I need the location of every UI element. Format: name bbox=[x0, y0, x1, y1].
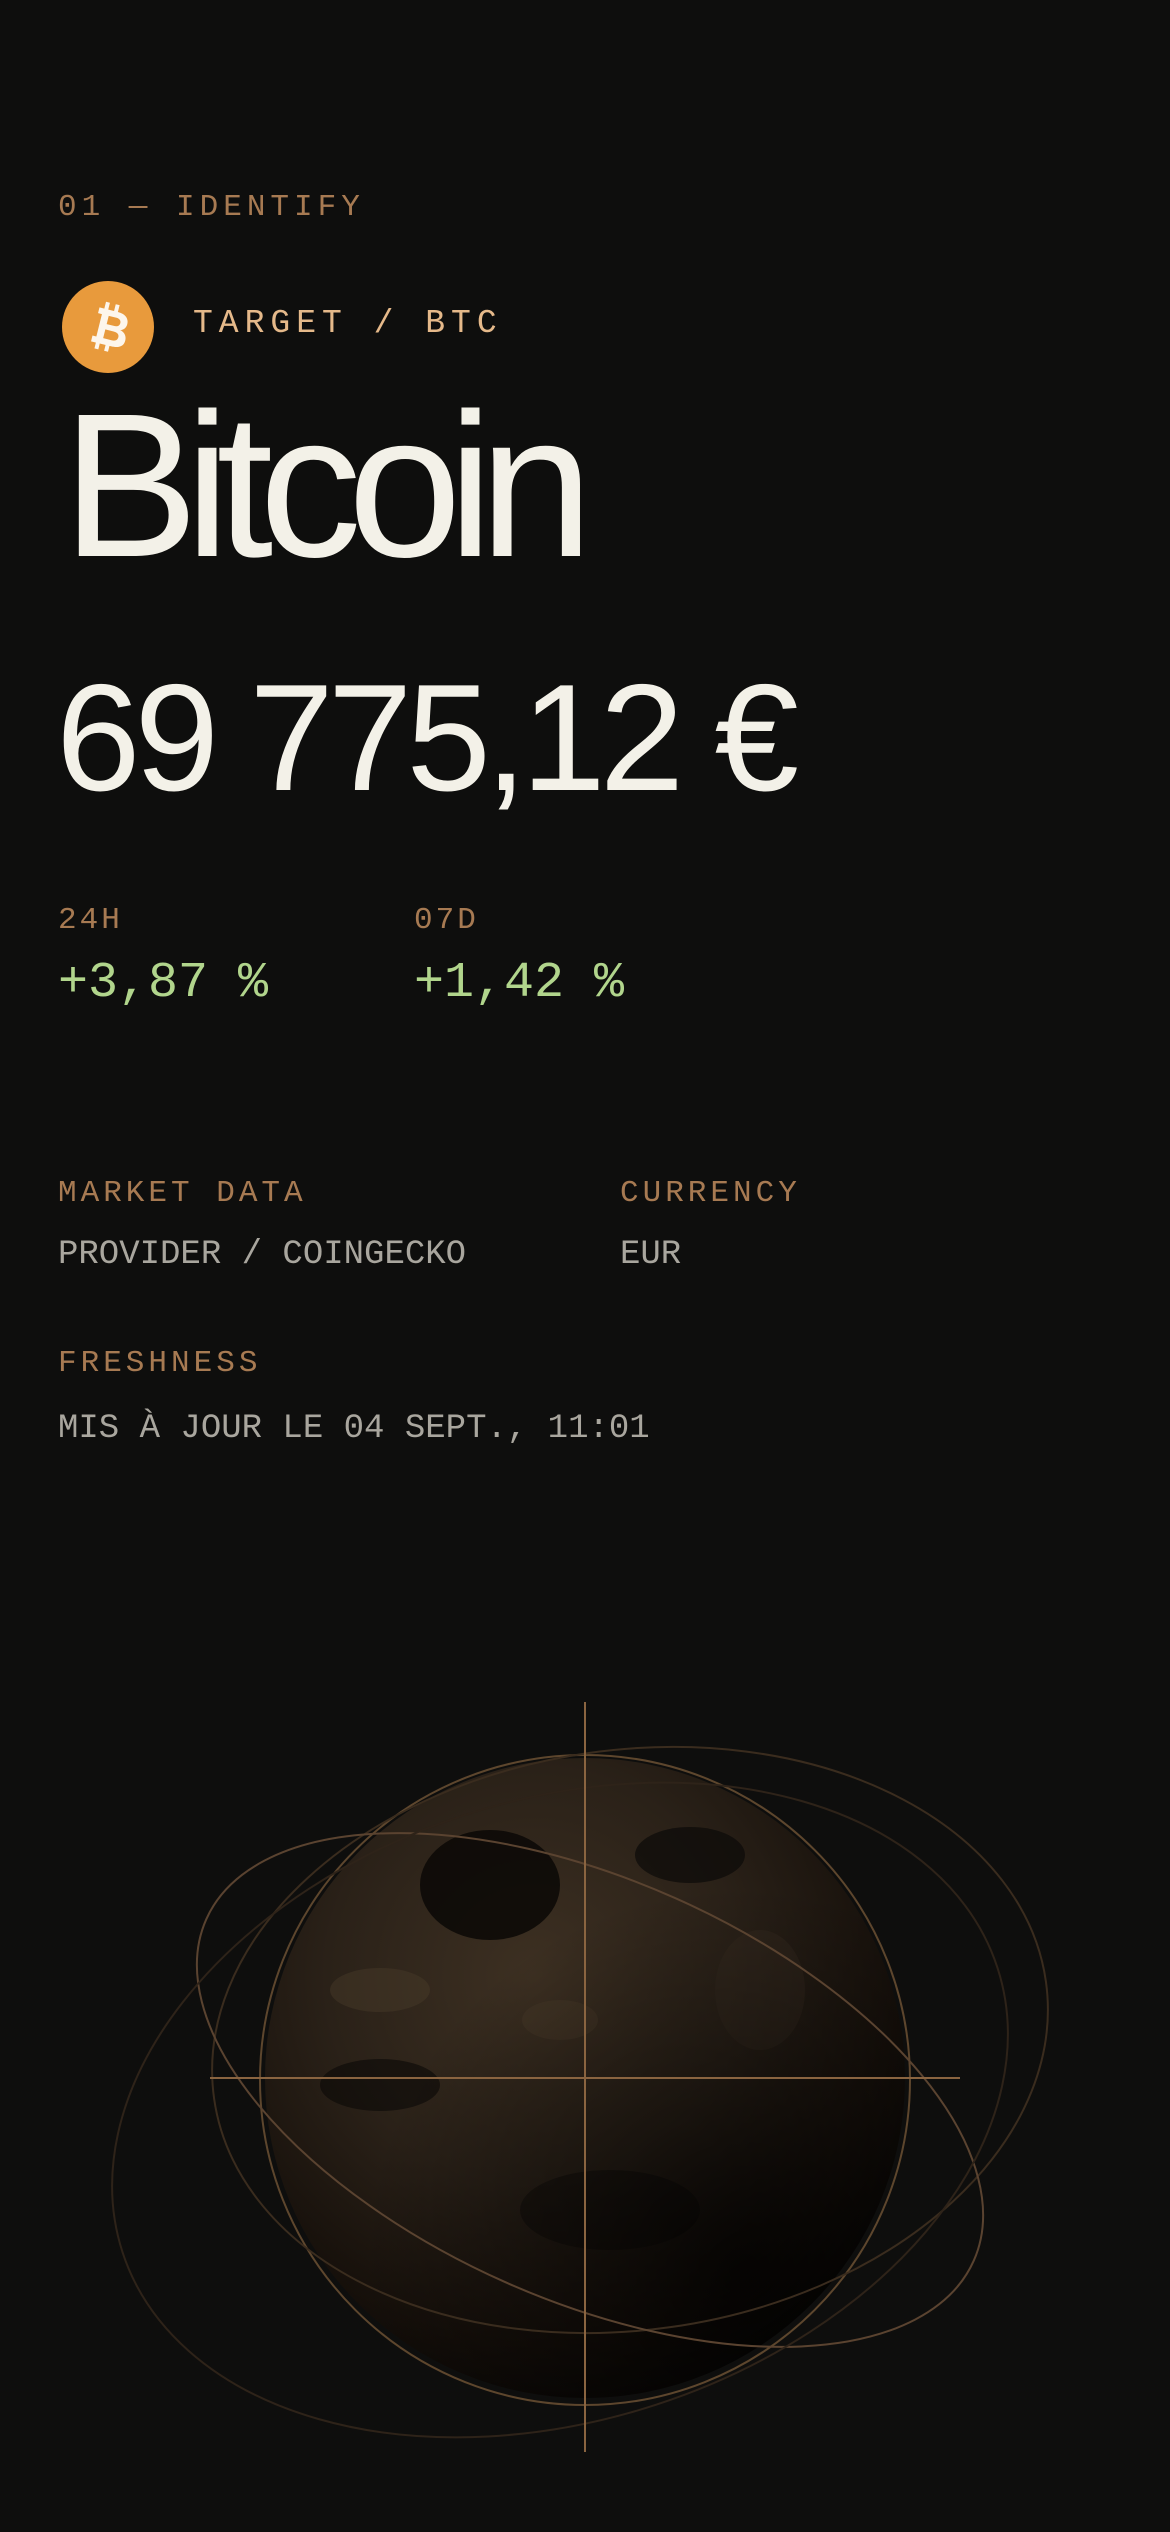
target-label: TARGET / BTC bbox=[193, 305, 503, 342]
bitcoin-icon bbox=[62, 281, 154, 373]
currency-value: EUR bbox=[620, 1236, 682, 1274]
step-label: 01 — IDENTIFY bbox=[58, 190, 365, 225]
globe-crosshair-icon bbox=[111, 1702, 1049, 2452]
freshness-label: FRESHNESS bbox=[58, 1346, 262, 1381]
market-data-label: MARKET DATA bbox=[58, 1176, 307, 1211]
stat-24h-value: +3,87 % bbox=[58, 955, 269, 1012]
freshness-value: MIS À JOUR LE 04 SEPT., 11:01 bbox=[58, 1410, 650, 1448]
stat-7d-value: +1,42 % bbox=[414, 955, 625, 1012]
asset-name: Bitcoin bbox=[62, 371, 593, 600]
price-value: 69 775,12 € bbox=[56, 653, 799, 823]
stat-7d-label: 07D bbox=[414, 903, 479, 938]
stat-24h-label: 24H bbox=[58, 903, 123, 938]
globe-crosshair-illustration bbox=[0, 1690, 1170, 2470]
currency-label: CURRENCY bbox=[620, 1176, 801, 1211]
market-data-value: PROVIDER / COINGECKO bbox=[58, 1236, 467, 1274]
